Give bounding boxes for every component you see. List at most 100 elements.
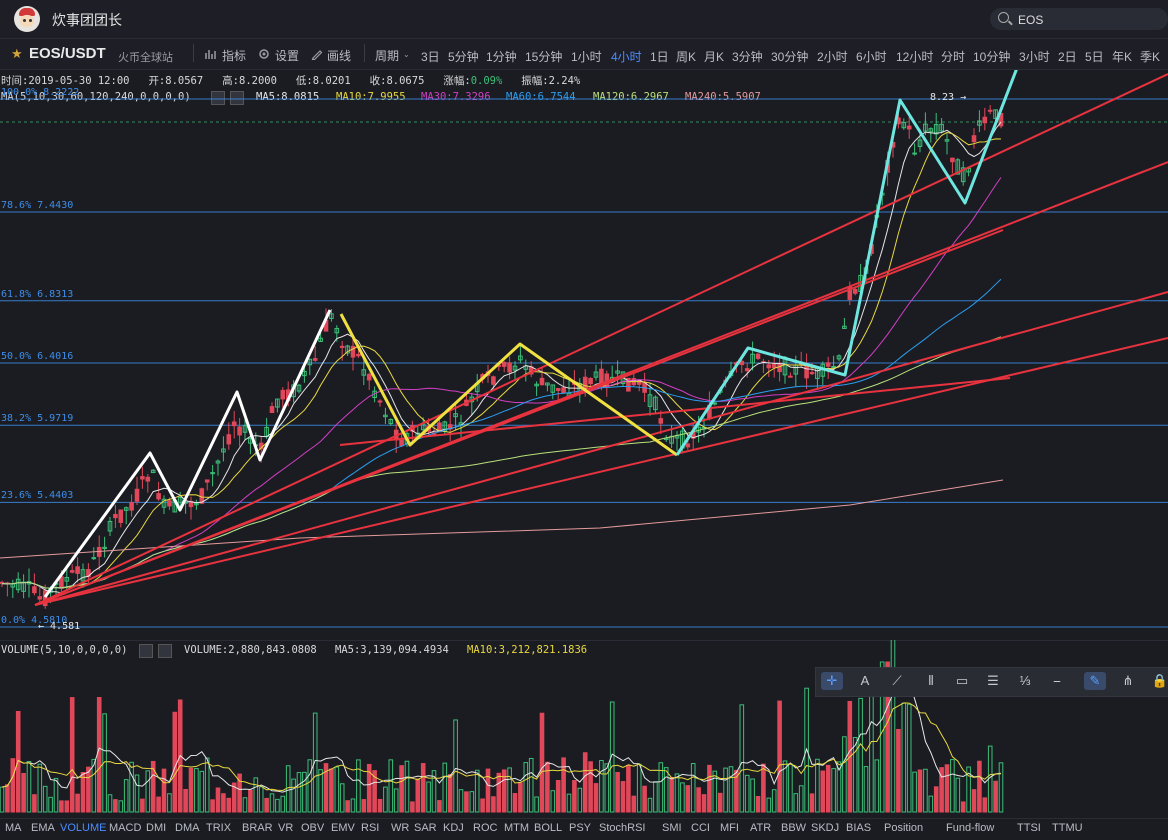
indicator-ma[interactable]: MA xyxy=(5,822,22,834)
volume-bar xyxy=(339,783,345,813)
indicator-smi[interactable]: SMI xyxy=(662,822,682,834)
indicator-mtm[interactable]: MTM xyxy=(504,822,529,834)
volume-bar xyxy=(426,781,431,813)
indicator-dmi[interactable]: DMI xyxy=(146,822,166,834)
volume-bar xyxy=(728,766,734,813)
candle xyxy=(912,152,917,155)
indicator-cci[interactable]: CCI xyxy=(691,822,710,834)
volume-bar xyxy=(663,767,669,813)
volume-bar xyxy=(852,736,858,813)
candle xyxy=(712,402,718,405)
candle xyxy=(582,376,588,390)
indicator-stochrsi[interactable]: StochRSI xyxy=(599,822,645,834)
indicator-position[interactable]: Position xyxy=(884,822,923,834)
draw-button[interactable]: 画线 xyxy=(327,47,351,64)
period-label[interactable]: 周期 xyxy=(375,47,399,64)
volume-bar xyxy=(226,797,232,813)
period-0[interactable]: 3日 xyxy=(421,48,440,65)
ruler-icon[interactable]: ⎯ xyxy=(1046,672,1068,690)
indicator-ttmu[interactable]: TTMU xyxy=(1052,822,1083,834)
indicator-sar[interactable]: SAR xyxy=(414,822,437,834)
candle xyxy=(37,596,43,600)
volume-bar xyxy=(350,798,356,813)
pair-title[interactable]: EOS/USDT xyxy=(29,45,106,62)
indicator-trix[interactable]: TRIX xyxy=(206,822,231,834)
indicator-macd[interactable]: MACD xyxy=(109,822,141,834)
search-icon xyxy=(998,12,1009,23)
period-16[interactable]: 3小时 xyxy=(1019,48,1050,65)
indicator-roc[interactable]: ROC xyxy=(473,822,497,834)
pen-icon[interactable]: ✎ xyxy=(1084,672,1106,690)
period-13[interactable]: 12小时 xyxy=(896,48,933,65)
fib-icon[interactable]: ☰ xyxy=(982,672,1004,690)
volume-bar xyxy=(561,757,566,813)
lock-icon[interactable]: 🔒 xyxy=(1149,672,1168,690)
ma5-line xyxy=(1,121,1002,594)
price-chart[interactable] xyxy=(0,70,1168,638)
candle xyxy=(987,109,993,112)
period-1[interactable]: 5分钟 xyxy=(448,48,479,65)
indicator-vr[interactable]: VR xyxy=(278,822,293,834)
period-3[interactable]: 15分钟 xyxy=(525,48,562,65)
period-2[interactable]: 1分钟 xyxy=(486,48,517,65)
line-icon[interactable]: ⟋ xyxy=(886,672,908,690)
indicator-kdj[interactable]: KDJ xyxy=(443,822,464,834)
rect-icon[interactable]: ▭ xyxy=(951,672,973,690)
volume-bar xyxy=(37,763,43,813)
indicator-volume[interactable]: VOLUME xyxy=(60,822,106,834)
volume-bar xyxy=(566,793,572,813)
indicator-ema[interactable]: EMA xyxy=(31,822,55,834)
period-8[interactable]: 月K xyxy=(704,48,724,65)
indicator-emv[interactable]: EMV xyxy=(331,822,355,834)
period-20[interactable]: 季K xyxy=(1140,48,1160,65)
volume-bar xyxy=(140,798,145,813)
volume-bar xyxy=(107,794,113,813)
indicator-brar[interactable]: BRAR xyxy=(242,822,273,834)
candle xyxy=(156,493,161,500)
indicator-bbw[interactable]: BBW xyxy=(781,822,806,834)
avatar[interactable] xyxy=(14,6,40,32)
indicator-psy[interactable]: PSY xyxy=(569,822,591,834)
indicator-ttsi[interactable]: TTSI xyxy=(1017,822,1041,834)
period-18[interactable]: 5日 xyxy=(1085,48,1104,65)
period-6[interactable]: 1日 xyxy=(650,48,669,65)
period-11[interactable]: 2小时 xyxy=(817,48,848,65)
indicator-fund-flow[interactable]: Fund-flow xyxy=(946,822,994,834)
period-14[interactable]: 分时 xyxy=(941,48,965,65)
pattern-icon[interactable]: ⋔ xyxy=(1117,672,1139,690)
indicator-mfi[interactable]: MFI xyxy=(720,822,739,834)
star-icon[interactable]: ★ xyxy=(11,46,23,62)
period-5[interactable]: 4小时 xyxy=(611,48,642,65)
period-15[interactable]: 10分钟 xyxy=(973,48,1010,65)
volume-bar xyxy=(258,786,264,813)
volume-bar xyxy=(215,787,221,813)
volume-bar xyxy=(955,777,961,813)
indicator-button[interactable]: 指标 xyxy=(222,47,246,64)
measure-icon[interactable]: ⅓ xyxy=(1014,672,1036,690)
volume-bar xyxy=(820,770,826,813)
volume-bar xyxy=(410,801,415,813)
indicator-obv[interactable]: OBV xyxy=(301,822,324,834)
period-7[interactable]: 周K xyxy=(676,48,696,65)
indicator-dma[interactable]: DMA xyxy=(175,822,199,834)
search-input[interactable] xyxy=(1016,8,1160,32)
indicator-boll[interactable]: BOLL xyxy=(534,822,562,834)
period-10[interactable]: 30分钟 xyxy=(771,48,808,65)
text-icon[interactable]: A xyxy=(854,672,876,690)
indicator-wr[interactable]: WR xyxy=(391,822,409,834)
parallel-icon[interactable]: ⦀ xyxy=(920,672,942,690)
volume-bar xyxy=(723,767,728,813)
indicator-rsi[interactable]: RSI xyxy=(361,822,379,834)
crosshair-icon[interactable]: ✛ xyxy=(821,672,843,690)
volume-bar xyxy=(777,700,782,813)
indicator-atr[interactable]: ATR xyxy=(750,822,771,834)
period-19[interactable]: 年K xyxy=(1112,48,1132,65)
period-17[interactable]: 2日 xyxy=(1058,48,1077,65)
period-4[interactable]: 1小时 xyxy=(571,48,602,65)
indicator-skdj[interactable]: SKDJ xyxy=(811,822,839,834)
indicator-bias[interactable]: BIAS xyxy=(846,822,871,834)
candle xyxy=(771,363,777,369)
period-12[interactable]: 6小时 xyxy=(856,48,887,65)
settings-button[interactable]: 设置 xyxy=(275,47,299,64)
period-9[interactable]: 3分钟 xyxy=(732,48,763,65)
